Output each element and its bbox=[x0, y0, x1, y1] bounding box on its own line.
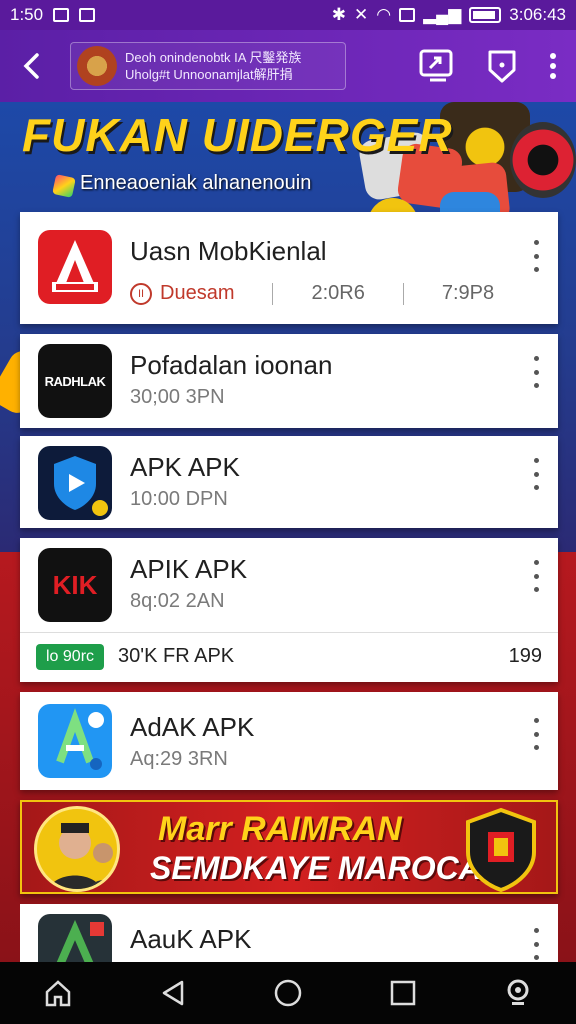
app-logo bbox=[77, 46, 117, 86]
more-options-icon[interactable] bbox=[526, 928, 546, 960]
assistant-button[interactable] bbox=[490, 969, 546, 1017]
system-navigation-bar bbox=[0, 962, 576, 1024]
recents-button[interactable] bbox=[375, 969, 431, 1017]
app-meta: II Duesam 2:0R6 7:9P8 bbox=[130, 282, 528, 305]
more-options-icon[interactable] bbox=[526, 458, 546, 490]
gallery-notification-icon bbox=[79, 8, 96, 22]
screen-share-button[interactable] bbox=[418, 48, 456, 84]
divider bbox=[402, 282, 404, 305]
circle-home-icon bbox=[274, 979, 302, 1007]
record-thumbnail-icon bbox=[510, 122, 576, 198]
app-status: II Duesam bbox=[130, 282, 234, 305]
download-text: 30'K FR APK bbox=[118, 645, 235, 667]
black-radio-app-icon: RADHLAK bbox=[38, 344, 112, 418]
hero-chip-icon bbox=[52, 174, 76, 198]
app-name: APK APK bbox=[130, 452, 240, 482]
more-options-icon[interactable] bbox=[526, 718, 546, 750]
download-row[interactable]: lo 90rc 30'K FR APK 199 bbox=[20, 632, 558, 680]
back-nav-button[interactable] bbox=[145, 969, 201, 1017]
app-name: APIK APK bbox=[130, 554, 248, 584]
signal-icon: ▂▄▆ bbox=[423, 5, 462, 24]
app-time: 10:00 DPN bbox=[130, 488, 228, 510]
home-icon bbox=[45, 980, 70, 1007]
status-time: 1:50 bbox=[10, 5, 44, 24]
recents-square-icon bbox=[390, 980, 416, 1006]
blue-a-app-icon bbox=[38, 704, 112, 778]
app-status-text: Duesam bbox=[160, 282, 235, 304]
download-count: 199 bbox=[508, 645, 542, 667]
back-triangle-icon bbox=[162, 980, 184, 1006]
blue-shield-play-icon bbox=[38, 446, 112, 520]
battery-icon bbox=[469, 7, 502, 23]
promo-headline-highlight: RAIMRAN bbox=[241, 810, 402, 848]
app-card[interactable]: RADHLAK Pofadalan ioonan 30;00 3PN bbox=[20, 334, 558, 428]
home-circle-button[interactable] bbox=[260, 969, 316, 1017]
app-time: 8q:02 2AN bbox=[130, 590, 225, 612]
app-time: Aq:29 3RN bbox=[130, 748, 228, 770]
bluetooth-icon: ✱ bbox=[331, 5, 346, 24]
promo-banner[interactable]: Marr RAIMRAN SEMDKAYE MAROCA bbox=[20, 800, 558, 894]
promo-avatar bbox=[34, 806, 120, 892]
divider bbox=[272, 282, 274, 305]
more-options-icon[interactable] bbox=[526, 356, 546, 388]
hero-subtitle: Enneaoeniak alnanenouin bbox=[80, 172, 312, 194]
app-title-line1: Deoh onindenobtk IA 尺鑿発族 bbox=[125, 50, 302, 65]
app-icon-label: KIK bbox=[52, 569, 98, 600]
status-icon: II bbox=[130, 282, 152, 305]
home-button[interactable] bbox=[30, 969, 86, 1017]
wifi-icon: ◠ bbox=[376, 5, 392, 24]
back-button[interactable] bbox=[12, 46, 52, 86]
app-name: Pofadalan ioonan bbox=[130, 350, 333, 380]
promo-subline: SEMDKAYE MAROCA bbox=[150, 850, 482, 886]
app-bar: Deoh onindenobtk IA 尺鑿発族 Uholg#t Unnoona… bbox=[0, 30, 576, 102]
hero-title: FUKAN UIDERGER bbox=[22, 109, 453, 161]
status-clock: 3:06:43 bbox=[509, 5, 566, 24]
app-time: 30;00 3PN bbox=[130, 386, 225, 408]
mute-icon: ✕ bbox=[353, 5, 369, 24]
app-title: Deoh onindenobtk IA 尺鑿発族 Uholg#t Unnoona… bbox=[125, 49, 301, 83]
app-icon-label: RADHLAK bbox=[44, 373, 106, 389]
app-card[interactable]: KIK APIK APK 8q:02 2AN lo 90rc 30'K FR A… bbox=[20, 538, 558, 682]
app-name: AauK APK bbox=[130, 924, 252, 954]
more-vert-icon bbox=[550, 53, 556, 79]
team-emblem-icon bbox=[460, 806, 542, 892]
app-card[interactable]: AauK APK bbox=[20, 904, 558, 988]
app-card[interactable]: AdAK APK Aq:29 3RN bbox=[20, 692, 558, 790]
status-bar: 1:50 ✱ ✕ ◠ ▂▄▆ 3:06:43 bbox=[0, 0, 576, 30]
app-size: 2:0R6 bbox=[311, 282, 365, 304]
app-card[interactable]: Uasn MobKienlal II Duesam 2:0R6 7:9P8 bbox=[20, 212, 558, 324]
red-a-app-icon bbox=[38, 230, 112, 304]
app-name: AdAK APK bbox=[130, 712, 255, 742]
shield-button[interactable] bbox=[486, 48, 518, 84]
app-name: Uasn MobKienlal bbox=[130, 236, 327, 266]
app-time: 7:9P8 bbox=[441, 282, 495, 304]
black-red-k-app-icon: KIK bbox=[38, 548, 112, 622]
more-options-button[interactable] bbox=[548, 51, 558, 81]
more-options-icon[interactable] bbox=[526, 240, 546, 272]
app-card[interactable]: APK APK 10:00 DPN bbox=[20, 436, 558, 528]
promo-headline: Marr RAIMRAN bbox=[158, 810, 402, 849]
more-options-icon[interactable] bbox=[526, 560, 546, 592]
screen-share-icon bbox=[419, 49, 453, 82]
app-title-box: Deoh onindenobtk IA 尺鑿発族 Uholg#t Unnoona… bbox=[70, 42, 346, 90]
promo-headline-prefix: Marr bbox=[158, 810, 242, 848]
assistant-icon bbox=[507, 979, 529, 1005]
chevron-left-icon bbox=[23, 53, 39, 79]
notification-icon bbox=[53, 8, 70, 22]
download-badge: lo 90rc bbox=[36, 643, 105, 670]
app-title-line2: Uholg#t Unnoonamjlat解肝捐 bbox=[125, 67, 293, 82]
sim-icon bbox=[399, 8, 416, 22]
shield-icon bbox=[488, 50, 516, 83]
